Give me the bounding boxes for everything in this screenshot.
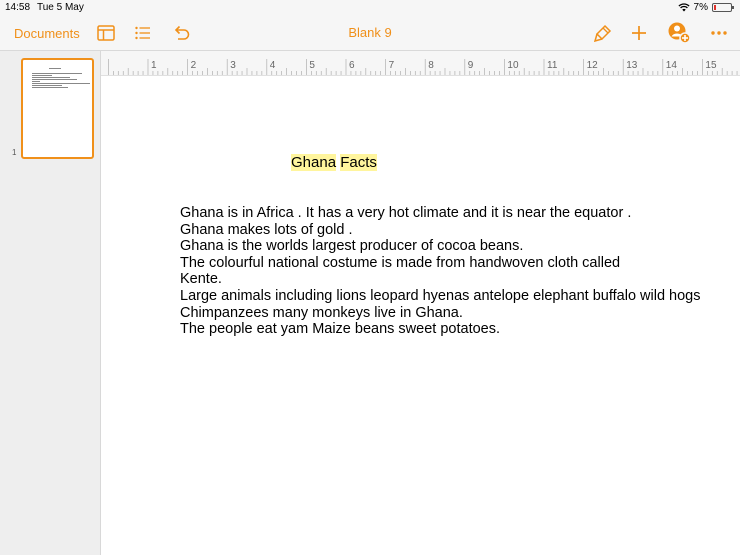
format-button[interactable] bbox=[594, 15, 612, 51]
paintbrush-icon bbox=[594, 24, 612, 42]
battery-icon bbox=[712, 3, 734, 12]
doc-line: The colourful national costume is made f… bbox=[180, 254, 621, 271]
ruler-label: 12 bbox=[587, 60, 599, 71]
doc-line: The people eat yam Maize beans sweet pot… bbox=[180, 321, 500, 338]
undo-icon bbox=[174, 25, 190, 40]
doc-line: Kente. bbox=[180, 271, 222, 288]
insert-button[interactable] bbox=[631, 15, 647, 51]
ruler-label: 14 bbox=[666, 60, 678, 71]
ruler-label: 11 bbox=[547, 60, 558, 71]
documents-button[interactable]: Documents bbox=[14, 15, 80, 51]
doc-heading[interactable]: Ghana Facts bbox=[291, 154, 377, 171]
toolbar: Documents Blank 9 bbox=[0, 15, 740, 51]
ruler-label: 5 bbox=[309, 60, 315, 71]
ruler-label: 6 bbox=[349, 60, 355, 71]
ruler-label: 7 bbox=[389, 60, 395, 71]
page-thumbnail[interactable] bbox=[21, 58, 94, 159]
list-icon bbox=[135, 26, 150, 40]
page-thumbnail-sidebar: 1 bbox=[0, 51, 101, 555]
ruler[interactable]: 1 2 3 4 5 6 7 8 9 10 11 12 13 14 15 bbox=[101, 51, 740, 76]
page-number: 1 bbox=[12, 148, 17, 157]
heading-word-facts: Facts bbox=[340, 154, 377, 171]
ruler-label: 4 bbox=[270, 60, 276, 71]
ruler-label: 1 bbox=[151, 60, 157, 71]
doc-line: Ghana is the worlds largest producer of … bbox=[180, 238, 524, 255]
doc-line: Ghana makes lots of gold . bbox=[180, 221, 353, 238]
collaborate-button[interactable] bbox=[667, 15, 691, 51]
ruler-label: 3 bbox=[230, 60, 236, 71]
ruler-label: 2 bbox=[191, 60, 197, 71]
ruler-scale: 1 2 3 4 5 6 7 8 9 10 11 12 13 14 15 bbox=[108, 59, 738, 75]
battery-percent: 7% bbox=[693, 2, 708, 13]
list-button[interactable] bbox=[135, 15, 151, 51]
status-date: Tue 5 May bbox=[37, 2, 84, 13]
wifi-icon bbox=[677, 3, 690, 12]
undo-button[interactable] bbox=[172, 15, 190, 51]
document-page[interactable]: Ghana Facts Ghana is in Africa . It has … bbox=[101, 76, 740, 555]
status-time: 14:58 bbox=[5, 2, 31, 13]
ruler-label: 13 bbox=[626, 60, 638, 71]
sidebar-view-icon bbox=[97, 25, 115, 41]
status-right: 7% bbox=[677, 2, 734, 13]
more-button[interactable] bbox=[711, 15, 727, 51]
status-bar: 14:58 Tue 5 May 7% bbox=[0, 0, 740, 15]
ruler-label: 15 bbox=[705, 60, 717, 71]
doc-line: Chimpanzees many monkeys live in Ghana. bbox=[180, 304, 463, 321]
plus-icon bbox=[632, 26, 646, 40]
ruler-label: 10 bbox=[507, 60, 519, 71]
doc-body[interactable]: Ghana is in Africa . It has a very hot c… bbox=[180, 205, 740, 338]
doc-line: Large animals including lions leopard hy… bbox=[180, 287, 701, 304]
collaborate-icon bbox=[668, 22, 691, 44]
doc-line: Ghana is in Africa . It has a very hot c… bbox=[180, 205, 632, 221]
ruler-label: 9 bbox=[468, 60, 474, 71]
more-icon bbox=[711, 31, 727, 35]
ruler-label: 8 bbox=[428, 60, 434, 71]
heading-word-ghana: Ghana bbox=[291, 154, 337, 171]
sidebar-view-button[interactable] bbox=[97, 15, 115, 51]
